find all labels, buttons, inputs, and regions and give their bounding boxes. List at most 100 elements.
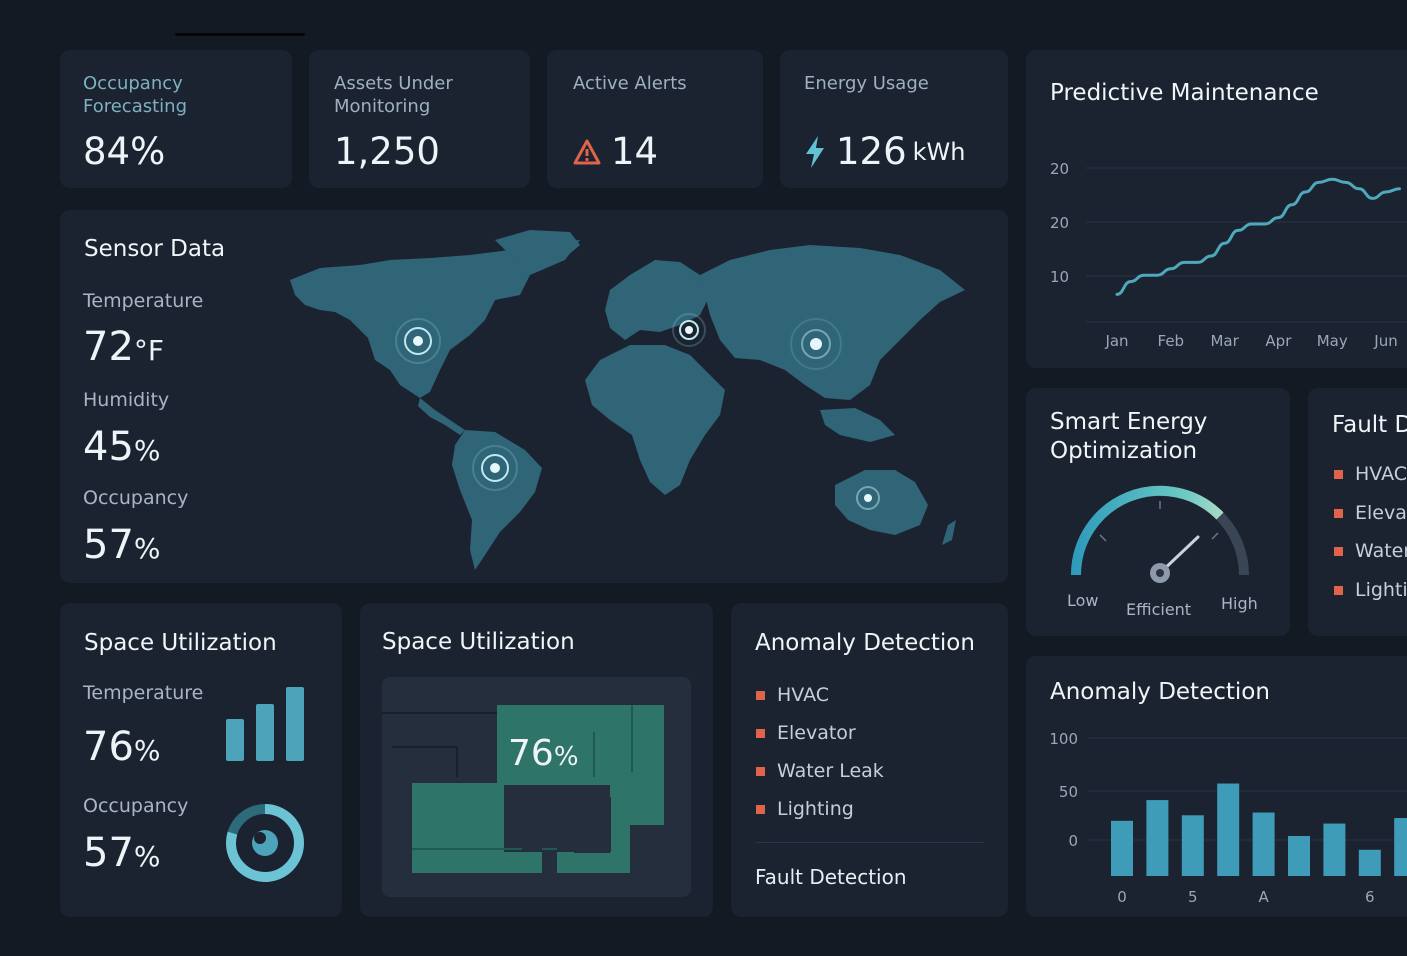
kpi-alerts-card[interactable]: Active Alerts 14	[547, 50, 763, 188]
alert-square-icon	[756, 690, 765, 700]
fault-item-label: HVAC	[1355, 463, 1407, 485]
kpi-energy-card[interactable]: Energy Usage 126 kWh	[780, 50, 1008, 188]
alert-square-icon	[1334, 508, 1343, 518]
fault-item-label: Elevat	[1355, 502, 1407, 524]
floorplan-panel: 76%	[382, 677, 691, 897]
top-decoration	[175, 33, 305, 36]
gauge-low-label: Low	[1067, 591, 1099, 610]
predictive-maintenance-title: Predictive Maintenance	[1050, 80, 1319, 106]
fault-detection-link[interactable]: Fault Detection	[755, 865, 907, 889]
alert-square-icon	[756, 728, 765, 738]
x-tick-label: Apr	[1265, 332, 1292, 350]
floorplan-value: 76	[508, 733, 554, 774]
series-line	[1115, 177, 1401, 296]
anomaly-item-lighting[interactable]: Lighting	[756, 798, 854, 820]
sensor-data-card: Sensor Data Temperature 72°F Humidity 45…	[60, 210, 1008, 583]
space-occupancy-unit: %	[133, 840, 161, 873]
lightning-icon	[806, 135, 824, 168]
fault-item-hvac[interactable]: HVAC	[1334, 463, 1407, 485]
bar[interactable]	[1394, 818, 1407, 876]
kpi-occupancy-card[interactable]: Occupancy Forecasting 84%	[60, 50, 292, 188]
smart-energy-card: Smart Energy Optimization Low Efficient …	[1026, 388, 1290, 636]
kpi-assets-value: 1,250	[334, 130, 440, 173]
bar[interactable]	[1146, 800, 1169, 876]
alert-square-icon	[756, 766, 765, 776]
y-tick-label: 10	[1050, 268, 1069, 286]
y-tick-label: 20	[1050, 214, 1069, 232]
alert-square-icon	[1334, 546, 1343, 556]
kpi-energy-value: 126	[836, 130, 907, 173]
anomaly-detection-list-card: Anomaly Detection HVAC Elevator Water Le…	[731, 603, 1008, 917]
sensor-temperature-value: 72	[83, 324, 134, 370]
bar[interactable]	[1252, 812, 1275, 876]
fault-detection-card: Fault De HVAC Elevat Water Lighti	[1308, 388, 1407, 636]
alert-square-icon	[1334, 469, 1343, 479]
bar[interactable]	[1111, 820, 1133, 876]
floorplan-title: Space Utilization	[382, 629, 575, 655]
sensor-data-title: Sensor Data	[84, 236, 226, 262]
alert-square-icon	[756, 804, 765, 814]
smart-energy-title-line1: Smart Energy	[1050, 409, 1208, 435]
space-utilization-metrics-card: Space Utilization Temperature 76% Occupa…	[60, 603, 342, 917]
world-map	[290, 230, 965, 570]
fault-item-water[interactable]: Water	[1334, 540, 1407, 562]
continent-asia	[700, 245, 965, 400]
kpi-assets-label: Assets Under Monitoring	[334, 73, 453, 117]
anomaly-detection-chart: 10050005A68	[1049, 730, 1407, 906]
kpi-energy-unit: kWh	[912, 137, 966, 166]
fault-item-label: Water	[1355, 540, 1407, 562]
bar[interactable]	[1288, 835, 1310, 876]
floorplan-unoccupied-notch	[574, 825, 610, 853]
y-tick-label: 100	[1049, 730, 1078, 748]
x-tick-label: 0	[1117, 888, 1127, 906]
space-utilization-floorplan-card: Space Utilization 76%	[360, 603, 713, 917]
sensor-temperature-unit: °F	[133, 334, 165, 367]
space-occupancy-label: Occupancy	[83, 795, 189, 817]
continent-new-zealand	[942, 520, 956, 545]
bar[interactable]	[1217, 783, 1240, 876]
continent-southeast-asia	[820, 408, 895, 442]
anomaly-item-elevator[interactable]: Elevator	[756, 722, 856, 744]
anomaly-list-divider	[756, 842, 984, 843]
fault-detection-title: Fault De	[1332, 412, 1407, 438]
kpi-assets-card[interactable]: Assets Under Monitoring 1,250	[309, 50, 530, 188]
anomaly-item-label: Lighting	[777, 798, 854, 820]
anomaly-item-water-leak[interactable]: Water Leak	[756, 760, 884, 782]
kpi-alerts-label: Active Alerts	[573, 73, 687, 94]
gauge-fill	[1070, 485, 1224, 576]
sensor-humidity-unit: %	[133, 434, 161, 467]
sensor-occupancy-label: Occupancy	[83, 487, 189, 509]
anomaly-item-hvac[interactable]: HVAC	[756, 684, 829, 706]
sensor-temperature-label: Temperature	[83, 290, 204, 312]
bar[interactable]	[1323, 823, 1346, 876]
x-tick-label: Jun	[1373, 332, 1397, 350]
space-temperature-label: Temperature	[83, 682, 204, 704]
anomaly-item-label: Water Leak	[777, 760, 884, 782]
x-tick-label: Feb	[1158, 332, 1185, 350]
kpi-alerts-value: 14	[611, 130, 659, 173]
fault-item-elevator[interactable]: Elevat	[1334, 502, 1407, 524]
space-occupancy-value: 57	[83, 830, 134, 876]
continent-africa	[585, 345, 725, 495]
y-tick-label: 20	[1050, 160, 1069, 178]
gauge-high-label: High	[1221, 594, 1258, 613]
smart-energy-title-line2: Optimization	[1050, 438, 1198, 464]
x-tick-label: Jan	[1104, 332, 1128, 350]
warning-icon	[573, 139, 601, 164]
alert-square-icon	[1334, 585, 1343, 595]
anomaly-item-label: HVAC	[777, 684, 829, 706]
anomaly-chart-title: Anomaly Detection	[1050, 679, 1270, 705]
bar[interactable]	[1181, 815, 1204, 876]
donut-mini-icon	[226, 804, 304, 882]
fault-item-lighting[interactable]: Lighti	[1334, 579, 1407, 601]
floorplan-map[interactable]	[382, 677, 691, 897]
bar-mini-icon	[226, 687, 304, 761]
sensor-occupancy-unit: %	[133, 532, 161, 565]
bar[interactable]	[1358, 849, 1381, 876]
y-tick-label: 0	[1068, 832, 1078, 850]
gauge-efficient-label: Efficient	[1126, 600, 1192, 619]
sensor-occupancy-value: 57	[83, 522, 134, 568]
floorplan-unit: %	[553, 742, 579, 772]
predictive-maintenance-card: Predictive Maintenance 20 20 10 Jan Feb Mar Ap…	[1026, 50, 1407, 368]
anomaly-item-label: Elevator	[777, 722, 856, 744]
